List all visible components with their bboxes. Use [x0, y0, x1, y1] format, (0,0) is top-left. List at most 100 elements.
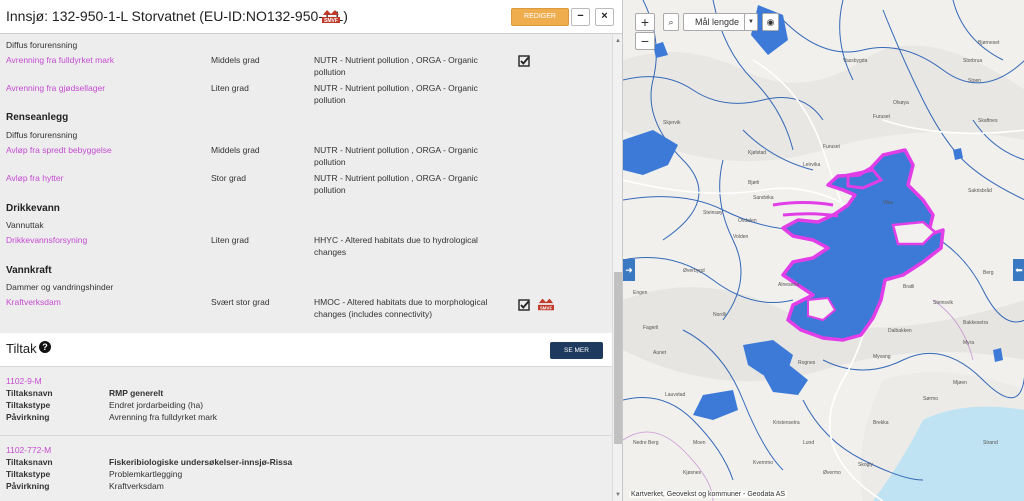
place-label: Ovdalen	[738, 218, 757, 224]
place-label: Sandvika	[753, 195, 774, 201]
place-label: Olsøya	[893, 100, 909, 106]
scroll-down-icon[interactable]: ▼	[614, 491, 622, 499]
pressure-degree: Liten grad	[211, 235, 249, 245]
pressure-link[interactable]: Avrenning fra gjødsellager	[6, 82, 105, 94]
field-label: Tiltakstype	[6, 469, 51, 479]
pressure-effect: NUTR - Nutrient pollution , ORGA - Organ…	[314, 83, 478, 105]
place-label: Aunet	[653, 350, 667, 356]
pressure-effect: HHYC - Altered habitats due to hydrologi…	[314, 235, 478, 257]
see-more-button[interactable]: SE MER	[550, 342, 603, 359]
place-label: Vika	[883, 200, 893, 206]
pressure-link[interactable]: Drikkevannsforsyning	[6, 234, 87, 246]
map-canvas[interactable]	[623, 0, 1024, 501]
svg-text:SMVF: SMVF	[324, 18, 338, 24]
place-label: Steinsvik	[933, 300, 954, 306]
field-label: Påvirkning	[6, 481, 50, 491]
pressure-effect: NUTR - Nutrient pollution , ORGA - Organ…	[314, 145, 478, 167]
pressure-effect: NUTR - Nutrient pollution , ORGA - Organ…	[314, 55, 478, 77]
pressure-link[interactable]: Avløp fra spredt bebyggelse	[6, 144, 112, 156]
page-title: Innsjø: 132-950-1-L Storvatnet (EU-ID:NO…	[6, 8, 348, 24]
place-label: Nedre Berg	[633, 440, 659, 446]
pressure-degree: Svært stor grad	[211, 297, 270, 307]
svg-text:SMVF: SMVF	[540, 305, 553, 310]
field-label: Påvirkning	[6, 412, 50, 422]
globe-icon[interactable]: ◉	[762, 13, 779, 31]
map-view[interactable]: Bjørneset Vassbygda Storbrua Olsøya Furu…	[622, 0, 1024, 501]
edit-button[interactable]: REDIGER	[511, 8, 569, 26]
checkbox-checked-icon[interactable]	[518, 55, 530, 67]
place-label: Leirvika	[803, 162, 821, 168]
zoom-in-button[interactable]: +	[635, 13, 655, 31]
place-label: Kjøsnes	[683, 470, 702, 476]
zoom-box-icon[interactable]: ⌕	[663, 13, 679, 31]
category-label: Diffus forurensning	[6, 40, 78, 50]
place-label: Strand	[983, 440, 998, 446]
place-label: Furuset	[823, 144, 840, 150]
field-value: Avrenning fra fulldyrket mark	[109, 412, 218, 422]
place-label: Rognes	[798, 360, 816, 366]
place-label: Bratli	[903, 284, 915, 290]
scroll-up-icon[interactable]: ▲	[614, 37, 622, 45]
pressure-link[interactable]: Avløp fra hytter	[6, 172, 63, 184]
scrollbar-thumb[interactable]	[614, 272, 622, 444]
pressure-degree: Middels grad	[211, 145, 260, 155]
tiltak-section: Tiltak ? SE MER 1102-9-M Tiltaksnavn RMP…	[0, 333, 612, 501]
place-label: Skaftnes	[978, 118, 998, 124]
place-label: Stoen	[968, 78, 982, 84]
pressure-link[interactable]: Kraftverksdam	[6, 296, 61, 308]
checkbox-checked-icon[interactable]	[518, 299, 530, 311]
expand-left-arrow-icon[interactable]: ➜	[623, 259, 635, 281]
details-scroll-area[interactable]: Diffus forurensning Avrenning fra fulldy…	[0, 35, 612, 501]
place-label: Lauvstad	[665, 392, 686, 398]
place-label: Kvernmo	[753, 460, 774, 466]
field-value: RMP generelt	[109, 388, 164, 398]
pressure-degree: Liten grad	[211, 83, 249, 93]
place-label: Bjørli	[748, 180, 760, 186]
details-panel: Innsjø: 132-950-1-L Storvatnet (EU-ID:NO…	[0, 0, 622, 501]
category-label: Dammer og vandringshinder	[6, 282, 114, 292]
place-label: Alnesetra	[778, 282, 800, 288]
pressure-effect: NUTR - Nutrient pollution , ORGA - Organ…	[314, 173, 478, 195]
zoom-out-button[interactable]: −	[635, 32, 655, 50]
minimize-button[interactable]: −	[571, 8, 590, 26]
chevron-down-icon[interactable]: ▼	[744, 13, 758, 31]
smvf-logo[interactable]: SMVF	[537, 296, 555, 312]
measure-label: Mål lengde	[695, 17, 740, 27]
place-label: Bjørneset	[978, 40, 1000, 46]
field-value: Problemkartlegging	[109, 469, 183, 479]
place-label: Nordli	[713, 312, 727, 318]
category-label: Diffus forurensning	[6, 130, 78, 140]
field-label: Tiltakstype	[6, 400, 51, 410]
pressure-link[interactable]: Avrenning fra fulldyrket mark	[6, 54, 114, 66]
help-icon[interactable]: ?	[39, 341, 51, 353]
pressure-degree: Stor grad	[211, 173, 246, 183]
place-label: Kjølstad	[748, 150, 767, 156]
place-label: Berg	[983, 270, 994, 276]
category-label: Vannuttak	[6, 220, 44, 230]
place-label: Brekka	[873, 420, 889, 426]
place-label: Skogly	[858, 462, 874, 468]
place-label: Moen	[693, 440, 706, 446]
place-label: Furuset	[873, 114, 890, 120]
place-label: Storbrua	[963, 58, 983, 64]
place-label: Engen	[633, 290, 648, 296]
panel-header: Innsjø: 132-950-1-L Storvatnet (EU-ID:NO…	[0, 0, 622, 34]
place-label: Sørmo	[923, 396, 938, 402]
place-label: Lund	[803, 440, 815, 446]
smvf-logo: SMVF	[322, 10, 340, 24]
place-label: Mjøen	[953, 380, 967, 386]
scrollbar[interactable]: ▲ ▼	[612, 35, 622, 501]
tiltak-card: 1102-9-M Tiltaksnavn RMP generelt Tiltak…	[0, 367, 612, 435]
field-value: Kraftverksdam	[109, 481, 164, 491]
tiltak-title: Tiltak	[6, 341, 37, 356]
tiltak-card: 1102-772-M Tiltaksnavn Fiskeribiologiske…	[0, 436, 612, 501]
tiltak-id-link[interactable]: 1102-9-M	[6, 375, 42, 387]
place-label: Sakrisbråd	[968, 188, 992, 194]
place-label: Kristensetra	[773, 420, 800, 426]
map-attribution: Kartverket, Geovekst og kommuner - Geoda…	[629, 491, 788, 498]
close-button[interactable]: ×	[595, 8, 614, 26]
place-label: Dalbakken	[888, 328, 912, 334]
tiltak-id-link[interactable]: 1102-772-M	[6, 444, 51, 456]
collapse-right-arrow-icon[interactable]: ⬅	[1013, 259, 1024, 281]
place-label: Vassbygda	[843, 58, 868, 64]
